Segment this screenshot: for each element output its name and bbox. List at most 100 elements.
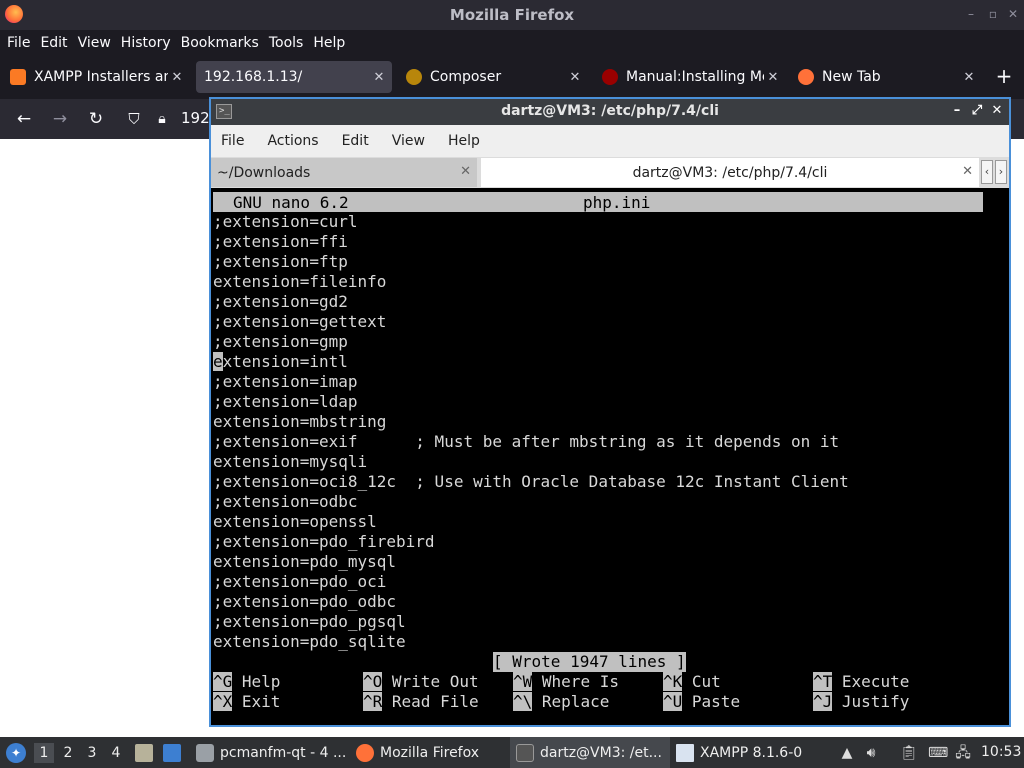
clipboard-icon[interactable]: 📋︎ xyxy=(900,744,918,762)
desktop-1[interactable]: 1 xyxy=(34,743,54,763)
terminal-tab-strip: ~/Downloads ✕ dartz@VM3: /etc/php/7.4/cl… xyxy=(211,157,1009,188)
terminal-icon xyxy=(516,743,534,762)
text-line: extension=pdo_mysql xyxy=(213,552,397,571)
terminal-menu-help[interactable]: Help xyxy=(448,133,480,149)
url-bar[interactable]: 192 xyxy=(181,109,210,127)
shortcut-label: Write Out xyxy=(391,672,479,691)
firefox-tab-strip: XAMPP Installers and ✕ 192.168.1.13/ ✕ C… xyxy=(0,55,1024,99)
tab-192-168-1-13[interactable]: 192.168.1.13/ ✕ xyxy=(196,61,392,93)
tab-label: 192.168.1.13/ xyxy=(204,69,303,85)
shortcut-key: ^X xyxy=(213,692,233,711)
maximize-icon[interactable]: ▫ xyxy=(985,6,1001,22)
terminal-tab-downloads[interactable]: ~/Downloads ✕ xyxy=(211,158,477,187)
shortcut-label: Exit xyxy=(241,692,281,711)
shortcut-key: ^G xyxy=(213,672,233,691)
shortcut-key: ^U xyxy=(663,692,683,711)
taskbar-window-firefox[interactable]: Mozilla Firefox xyxy=(356,737,506,768)
shortcut-cut: ^K Cut xyxy=(663,672,721,692)
taskbar-window-xampp[interactable]: XAMPP 8.1.6-0 xyxy=(676,737,826,768)
terminal-menu-file[interactable]: File xyxy=(221,133,244,149)
nano-text-area[interactable]: ;extension=curl ;extension=ffi ;extensio… xyxy=(213,212,849,652)
shortcut-paste: ^U Paste xyxy=(663,692,740,712)
clock[interactable]: 10:53 xyxy=(981,744,1021,760)
text-cursor: e xyxy=(213,352,223,371)
shield-icon[interactable]: ⛉ xyxy=(123,108,145,130)
reload-icon[interactable]: ↻ xyxy=(85,108,107,130)
menu-view[interactable]: View xyxy=(78,35,111,51)
tab-close-icon[interactable]: ✕ xyxy=(764,70,782,85)
start-menu-icon[interactable]: ✦ xyxy=(6,743,26,763)
minimize-icon[interactable]: – xyxy=(949,103,965,119)
network-icon[interactable]: 🖧︎ xyxy=(954,744,972,762)
shortcut-where-is: ^W Where Is xyxy=(513,672,619,692)
tab-scroll-right-icon[interactable]: › xyxy=(995,160,1007,184)
menu-tools[interactable]: Tools xyxy=(269,35,304,51)
tab-close-icon[interactable]: ✕ xyxy=(960,70,978,85)
text-line: ;extension=exif ; Must be after mbstring… xyxy=(213,432,840,451)
volume-icon[interactable]: 🔊︎ xyxy=(862,744,880,762)
terminal-titlebar: >_ dartz@VM3: /etc/php/7.4/cli – ⤢ ✕ xyxy=(211,99,1009,125)
menu-file[interactable]: File xyxy=(7,35,30,51)
text-line: ;extension=pdo_odbc xyxy=(213,592,397,611)
taskbar-window-terminal[interactable]: dartz@VM3: /et... xyxy=(510,737,670,768)
close-icon[interactable]: ✕ xyxy=(989,103,1005,119)
menu-history[interactable]: History xyxy=(121,35,171,51)
forward-icon[interactable]: → xyxy=(49,108,71,130)
tab-new-tab[interactable]: New Tab ✕ xyxy=(790,61,982,93)
tab-close-icon[interactable]: ✕ xyxy=(370,70,388,85)
menu-help[interactable]: Help xyxy=(313,35,345,51)
text-line-rest: xtension=intl xyxy=(222,352,348,371)
maximize-icon[interactable]: ⤢ xyxy=(969,103,985,119)
shortcut-key: ^W xyxy=(513,672,533,691)
tab-close-icon[interactable]: ✕ xyxy=(168,70,186,85)
tab-close-icon[interactable]: ✕ xyxy=(566,70,584,85)
desktop-2[interactable]: 2 xyxy=(58,743,78,763)
window-icon xyxy=(676,743,694,762)
text-line: ;extension=ftp xyxy=(213,252,348,271)
shortcut-label: Where Is xyxy=(541,672,619,691)
xampp-favicon-icon xyxy=(10,69,26,85)
shortcut-replace: ^\ Replace xyxy=(513,692,609,712)
lock-icon[interactable]: 🔒︎ xyxy=(151,108,173,130)
menu-bookmarks[interactable]: Bookmarks xyxy=(181,35,259,51)
terminal-menu-view[interactable]: View xyxy=(392,133,425,149)
new-tab-button[interactable]: + xyxy=(992,64,1016,88)
firefox-icon xyxy=(356,743,374,762)
tab-manual-installing[interactable]: Manual:Installing Me ✕ xyxy=(594,61,786,93)
composer-favicon-icon xyxy=(406,69,422,85)
back-icon[interactable]: ← xyxy=(13,108,35,130)
tab-scroll-left-icon[interactable]: ‹ xyxy=(981,160,993,184)
menu-edit[interactable]: Edit xyxy=(40,35,67,51)
keyboard-icon[interactable]: ⌨ xyxy=(928,744,948,762)
taskbar-window-label: XAMPP 8.1.6-0 xyxy=(700,744,803,761)
tab-xampp-installers[interactable]: XAMPP Installers and ✕ xyxy=(2,61,190,93)
tab-label: Manual:Installing Me xyxy=(626,69,764,85)
nano-filename: php.ini xyxy=(583,193,651,212)
minimize-icon[interactable]: – xyxy=(963,6,979,22)
terminal-tab-cli[interactable]: dartz@VM3: /etc/php/7.4/cli ✕ xyxy=(481,158,979,187)
text-line: extension=pdo_sqlite xyxy=(213,632,406,651)
show-desktop-icon[interactable] xyxy=(163,744,181,762)
text-line: ;extension=curl xyxy=(213,212,358,231)
tab-close-icon[interactable]: ✕ xyxy=(962,164,973,179)
tray-expand-icon[interactable]: ▲ xyxy=(838,744,856,762)
tab-label: Composer xyxy=(430,69,502,85)
text-line: ;extension=gd2 xyxy=(213,292,348,311)
shortcut-label: Cut xyxy=(691,672,721,691)
desktop-3[interactable]: 3 xyxy=(82,743,102,763)
tab-composer[interactable]: Composer ✕ xyxy=(398,61,588,93)
terminal-menu-edit[interactable]: Edit xyxy=(342,133,369,149)
text-line: ;extension=imap xyxy=(213,372,358,391)
tab-label: ~/Downloads xyxy=(217,164,311,181)
file-manager-launcher-icon[interactable] xyxy=(135,744,153,762)
nano-editor[interactable]: GNU nano 6.2 php.ini ;extension=curl ;ex… xyxy=(213,188,1007,723)
close-icon[interactable]: ✕ xyxy=(1005,6,1021,22)
terminal-menu-actions[interactable]: Actions xyxy=(267,133,318,149)
desktop-4[interactable]: 4 xyxy=(106,743,126,763)
tab-close-icon[interactable]: ✕ xyxy=(460,164,471,179)
taskbar-window-label: Mozilla Firefox xyxy=(380,744,480,761)
taskbar-window-pcmanfm[interactable]: pcmanfm-qt - 4 ... xyxy=(196,737,348,768)
text-line: extension=fileinfo xyxy=(213,272,387,291)
text-line: extension=mysqli xyxy=(213,452,368,471)
shortcut-label: Help xyxy=(241,672,281,691)
